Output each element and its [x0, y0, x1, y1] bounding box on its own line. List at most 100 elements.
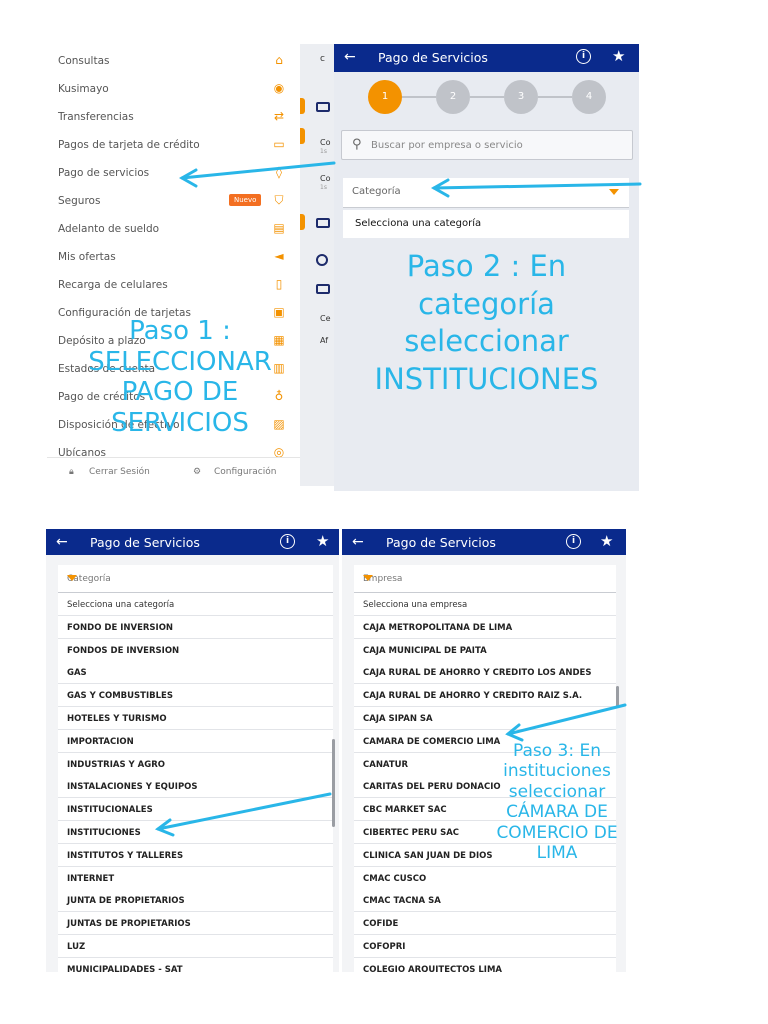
category-dropdown[interactable]: Categoría [58, 565, 333, 593]
info-icon[interactable]: i [576, 49, 591, 64]
list-item[interactable]: CAJA RURAL DE AHORRO Y CREDITO RAIZ S.A. [354, 684, 616, 708]
bg-text: 1s [320, 148, 327, 155]
back-arrow-icon[interactable]: ← [344, 49, 356, 65]
list-item[interactable]: Selecciona una empresa [354, 593, 616, 616]
list-item-label: CAJA RURAL DE AHORRO Y CREDITO RAIZ S.A. [363, 691, 583, 702]
bg-text: Af [320, 336, 329, 345]
list-item[interactable]: COFOPRI [354, 935, 616, 958]
company-dropdown[interactable]: Empresa [354, 565, 616, 593]
list-item[interactable]: INSTITUCIONES [58, 821, 333, 844]
list-item-label: COLEGIO ARQUITECTOS LIMA [363, 964, 502, 972]
search-icon: ⚲ [352, 137, 362, 152]
list-item[interactable]: JUNTA DE PROPIETARIOS [58, 889, 333, 913]
home-icon: ⌂ [275, 53, 283, 67]
annotation-line: Paso 3: En [512, 741, 602, 761]
menu-item[interactable]: Consultas ⌂ [47, 47, 300, 75]
menu-item[interactable]: Kusimayo ◉ [47, 75, 300, 103]
category-option[interactable]: Selecciona una categoría [343, 210, 629, 238]
list-item-label: INDUSTRIAS Y AGRO [67, 759, 165, 770]
list-item[interactable]: COLEGIO ARQUITECTOS LIMA [354, 957, 616, 972]
menu-item-label: Adelanto de sueldo [58, 223, 160, 235]
step-4: 4 [572, 80, 606, 114]
info-icon[interactable]: i [566, 534, 581, 549]
list-item[interactable]: Selecciona una categoría [58, 593, 333, 616]
menu-item[interactable]: Seguros Nuevo ⛉ [47, 187, 300, 215]
gear-icon[interactable]: ⚙ [193, 467, 201, 477]
list-item[interactable]: INTERNET [58, 866, 333, 890]
list-item[interactable]: CAJA RURAL DE AHORRO Y CREDITO LOS ANDES [354, 661, 616, 685]
menu-item[interactable]: Pagos de tarjeta de crédito ▭ [47, 131, 300, 159]
menu-item[interactable]: Adelanto de sueldo ▤ [47, 215, 300, 243]
list-item-label: JUNTAS DE PROPIETARIOS [67, 919, 191, 930]
list-item[interactable]: INDUSTRIAS Y AGRO [58, 752, 333, 776]
list-item[interactable]: INSTITUCIONALES [58, 798, 333, 822]
list-item[interactable]: MUNICIPALIDADES - SAT [58, 957, 333, 972]
menu-item[interactable]: Transferencias ⇄ [47, 103, 300, 131]
list-item[interactable]: FONDO DE INVERSION [58, 615, 333, 639]
list-item[interactable]: GAS [58, 661, 333, 685]
list-item-label: INTERNET [67, 873, 115, 884]
list-item[interactable]: COFIDE [354, 912, 616, 936]
shield-icon: ⛉ [274, 193, 284, 207]
list-item[interactable]: CAJA SIPAN SA [354, 707, 616, 730]
list-item-label: Selecciona una categoría [67, 600, 175, 610]
bg-text: 1s [320, 184, 327, 191]
transfer-icon: ⇄ [273, 109, 285, 123]
back-arrow-icon[interactable]: ← [352, 534, 364, 550]
megaphone-icon: ◄ [274, 249, 284, 263]
screen-title: Pago de Servicios [378, 50, 488, 65]
list-item-label: INSTITUCIONES [67, 828, 141, 838]
background-screen-strip: c Co 1s Co 1s Ce Af [300, 44, 334, 486]
list-item-label: CMAC CUSCO [363, 873, 427, 884]
star-icon[interactable]: ★ [612, 47, 625, 65]
search-input[interactable]: ⚲ Buscar por empresa o servicio [341, 130, 633, 160]
chevron-down-icon [67, 575, 77, 581]
menu-item-label: Pago de servicios [58, 167, 150, 179]
search-placeholder: Buscar por empresa o servicio [371, 140, 523, 151]
scrollbar[interactable] [616, 686, 619, 708]
category-dropdown[interactable]: Categoría [343, 178, 629, 208]
chevron-down-icon [609, 189, 619, 195]
new-badge: Nuevo [229, 194, 262, 206]
list-item-label: HOTELES Y TURISMO [67, 714, 167, 724]
annotation-line: COMERCIO DE [496, 822, 618, 843]
list-item[interactable]: IMPORTACION [58, 729, 333, 753]
scrollbar[interactable] [332, 739, 335, 827]
kusimayo-icon: ◉ [273, 81, 285, 95]
list-item[interactable]: CMAC TACNA SA [354, 889, 616, 913]
step1-annotation: Paso 1 : SELECCIONAR PAGO DE SERVICIOS [55, 316, 305, 439]
settings-button[interactable]: Configuración [214, 467, 276, 477]
list-item-label: INSTITUTOS Y TALLERES [67, 850, 184, 861]
menu-item[interactable]: Pago de servicios ◊ [47, 159, 300, 187]
step2-annotation: Paso 2 : En categoría seleccionar INSTIT… [343, 248, 630, 399]
list-item[interactable]: HOTELES Y TURISMO [58, 707, 333, 730]
star-icon[interactable]: ★ [316, 532, 329, 550]
list-item[interactable]: LUZ [58, 935, 333, 958]
list-item[interactable]: CAJA MUNICIPAL DE PAITA [354, 638, 616, 662]
logout-icon[interactable]: 🔒︎ [69, 467, 74, 477]
list-item-label: INSTALACIONES Y EQUIPOS [67, 782, 198, 793]
menu-item[interactable]: Mis ofertas ◄ [47, 243, 300, 271]
info-icon[interactable]: i [280, 534, 295, 549]
list-item[interactable]: GAS Y COMBUSTIBLES [58, 684, 333, 708]
annotation-line: INSTITUCIONES [374, 362, 599, 397]
list-item[interactable]: INSTALACIONES Y EQUIPOS [58, 775, 333, 799]
list-item[interactable]: INSTITUTOS Y TALLERES [58, 843, 333, 867]
list-item-label: LUZ [67, 942, 86, 952]
annotation-line: SERVICIOS [111, 408, 249, 439]
list-item[interactable]: FONDOS DE INVERSION [58, 638, 333, 662]
back-arrow-icon[interactable]: ← [56, 534, 68, 550]
annotation-line: LIMA [536, 842, 578, 863]
list-item-label: MUNICIPALIDADES - SAT [67, 964, 183, 972]
list-item-label: CAJA SIPAN SA [363, 714, 433, 724]
logout-button[interactable]: Cerrar Sesión [89, 467, 150, 477]
list-item-label: CBC MARKET SAC [363, 805, 447, 816]
list-item[interactable]: JUNTAS DE PROPIETARIOS [58, 912, 333, 936]
annotation-line: seleccionar [508, 781, 606, 802]
list-item[interactable]: CAJA METROPOLITANA DE LIMA [354, 615, 616, 639]
list-item[interactable]: CMAC CUSCO [354, 866, 616, 890]
menu-item[interactable]: Recarga de celulares ▯ [47, 271, 300, 299]
phone-icon: ▯ [275, 277, 283, 291]
star-icon[interactable]: ★ [600, 532, 613, 550]
card-icon [316, 218, 330, 228]
